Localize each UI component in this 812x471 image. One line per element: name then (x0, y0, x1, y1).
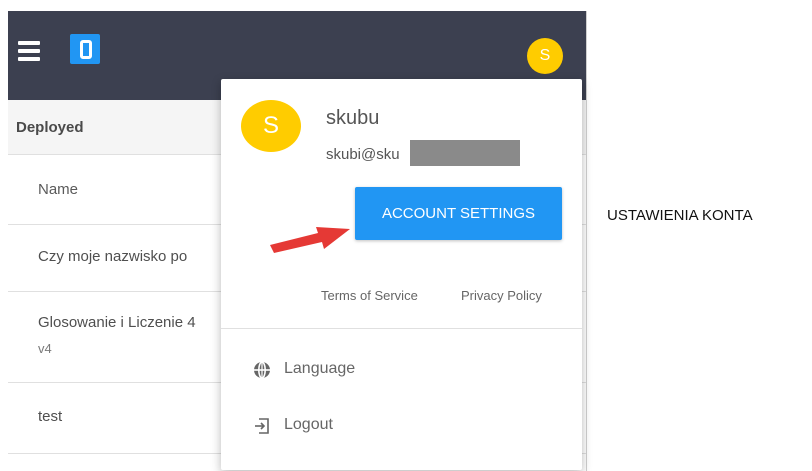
terms-of-service-link[interactable]: Terms of Service (321, 288, 418, 303)
section-title: Deployed (16, 119, 84, 136)
language-label: Language (284, 360, 356, 377)
email-redaction-block (410, 140, 520, 166)
user-email: skubi@sku (326, 146, 400, 163)
user-avatar-button[interactable]: S (527, 38, 563, 74)
window-border (586, 11, 587, 471)
avatar: S (241, 100, 301, 152)
account-dropdown-menu: S skubu skubi@sku ACCOUNT SETTINGS Terms… (221, 79, 582, 470)
logout-icon (255, 418, 269, 434)
language-menu-item[interactable]: Language (252, 355, 552, 385)
privacy-policy-link[interactable]: Privacy Policy (461, 288, 542, 303)
red-arrow-annotation (270, 227, 350, 253)
logout-menu-item[interactable]: Logout (252, 411, 552, 441)
menu-divider (221, 328, 582, 329)
globe-icon (254, 361, 270, 379)
row-name: test (38, 408, 63, 425)
row-version: v4 (38, 341, 52, 356)
account-settings-button[interactable]: ACCOUNT SETTINGS (355, 187, 562, 240)
app-logo-icon[interactable] (70, 34, 100, 64)
annotation-text: USTAWIENIA KONTA (607, 207, 753, 224)
username: skubu (326, 107, 380, 129)
column-header-name[interactable]: Name (38, 181, 78, 198)
screenshot-stage: S Deployed Name Czy moje nazwisko po Glo… (0, 0, 812, 471)
hamburger-menu-icon[interactable] (18, 41, 40, 61)
row-name: Czy moje nazwisko po (38, 248, 188, 265)
row-name: Glosowanie i Liczenie 4 (38, 314, 196, 331)
logout-label: Logout (284, 416, 333, 433)
